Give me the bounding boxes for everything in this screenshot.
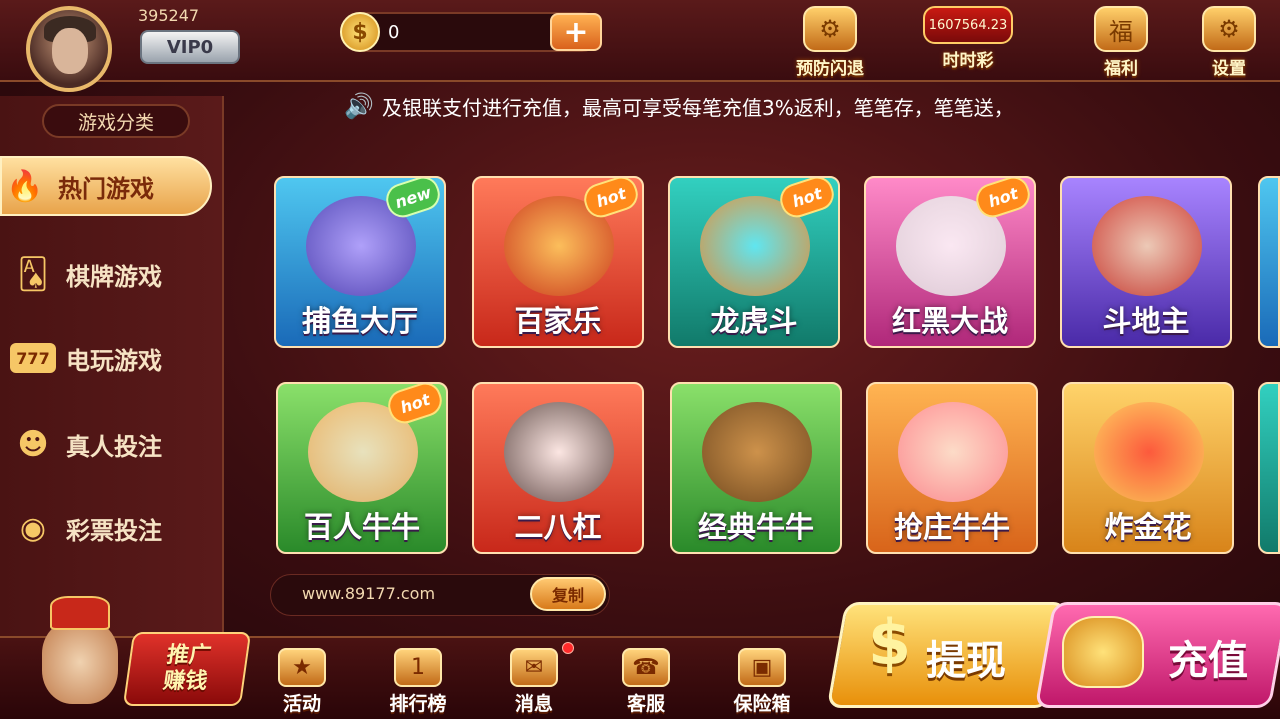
slot-icon: 777 [10,343,56,373]
flame-icon: 🔥 [6,168,44,204]
sidebar-item-label: 棋牌游戏 [66,262,162,291]
promote-earn-button[interactable]: 推广 赚钱 [122,632,252,706]
lottery-button[interactable]: 1607564.23 时时彩 [918,6,1018,80]
crash-prevention-label: 预防闪退 [796,59,864,79]
crash-prevention-button[interactable]: ⚙ 预防闪退 [784,6,876,80]
game-name: 百家乐 [514,304,602,338]
coin-icon: $ [340,12,380,52]
nav-label: 活动 [282,693,321,715]
settings-label: 设置 [1212,59,1246,79]
welfare-button[interactable]: 福 福利 [1086,6,1156,80]
game-card-erbagang[interactable]: 二八杠 [472,382,644,554]
lottery-value: 1607564.23 [923,6,1013,44]
mail-icon: ✉ [510,648,558,687]
avatar[interactable] [26,6,112,92]
promo-line2: 赚钱 [161,669,209,694]
user-id: 395247 [138,6,200,25]
game-card-fishing[interactable]: new 捕鱼大厅 [274,176,446,348]
add-funds-button[interactable]: + [550,13,602,51]
sidebar-item-lottery-betting[interactable]: ◉ 彩票投注 [10,498,210,558]
game-name: 龙虎斗 [710,304,798,338]
gear-icon: ⚙ [1202,6,1256,52]
headset-icon: ☎ [622,648,670,687]
god-of-wealth-mascot [20,590,140,714]
nav-label: 排行榜 [389,693,447,715]
game-art [504,402,614,502]
game-card-classic-niuniu[interactable]: 经典牛牛 [670,382,842,554]
sidebar-item-label: 热门游戏 [58,174,154,203]
game-name: 抢庄牛牛 [893,510,1010,544]
safe-icon: ▣ [738,648,786,687]
speaker-icon: 🔊 [344,92,374,120]
gift-box-icon: ★ [278,648,326,687]
game-name: 炸金花 [1104,510,1192,544]
nav-messages[interactable]: ✉ 消息 [494,648,574,716]
podium-icon: 1 [394,648,442,687]
lottery-label: 时时彩 [942,51,994,71]
deposit-label: 充值 [1168,638,1248,684]
game-card-dragon-tiger[interactable]: hot 龙虎斗 [668,176,840,348]
announcement-text: 及银联支付进行充值，最高可享受每笔充值3%返利，笔笔存，笔笔送， [382,95,1014,120]
game-name: 红黑大战 [891,304,1008,338]
gear-icon: ⚙ [803,6,857,52]
category-title: 游戏分类 [42,104,190,138]
nav-label: 保险箱 [733,693,791,715]
game-name: 经典牛牛 [697,510,814,544]
game-name: 百人牛牛 [303,510,420,544]
vip-badge[interactable]: VIP0 [140,30,240,64]
announcement-marquee: 🔊 及银联支付进行充值，最高可享受每笔充值3%返利，笔笔存，笔笔送， [342,88,1180,124]
promo-line1: 推广 [165,643,213,668]
person-icon: ☻ [17,426,49,462]
copy-button[interactable]: 复制 [530,577,606,611]
welfare-label: 福利 [1104,59,1138,79]
game-card-hundred-niuniu[interactable]: hot 百人牛牛 [276,382,448,554]
share-url: www.89177.com [302,584,436,603]
money-bag-icon [1062,616,1144,688]
balance-value: 0 [388,22,400,43]
game-card-partial[interactable] [1258,382,1280,554]
nav-activity[interactable]: ★ 活动 [262,648,342,716]
category-sidebar: 游戏分类 🔥 热门游戏 🂡 棋牌游戏 777 电玩游戏 ☻ 真人投注 ◉ 彩票投… [0,96,224,636]
lottery-ball-icon: ◉ [19,510,47,546]
game-card-red-black[interactable]: hot 红黑大战 [864,176,1036,348]
game-card-golden-flower[interactable]: 炸金花 [1062,382,1234,554]
withdraw-label: 提现 [926,638,1006,684]
gift-icon: 福 [1094,6,1148,52]
sidebar-item-label: 电玩游戏 [66,346,162,375]
nav-label: 客服 [626,693,665,715]
game-art [898,402,1008,502]
cards-icon: 🂡 [17,256,49,292]
game-card-partial[interactable] [1258,176,1280,348]
game-name: 二八杠 [514,510,602,544]
game-art [1092,196,1202,296]
sidebar-item-arcade-games[interactable]: 777 电玩游戏 [10,328,210,388]
sidebar-item-label: 真人投注 [66,432,162,461]
game-card-landlord[interactable]: 斗地主 [1060,176,1232,348]
dollar-icon: $ [868,606,912,679]
settings-button[interactable]: ⚙ 设置 [1196,6,1262,80]
notification-dot [562,642,574,654]
game-art [1094,402,1204,502]
nav-leaderboard[interactable]: 1 排行榜 [378,648,458,716]
game-card-baccarat[interactable]: hot 百家乐 [472,176,644,348]
game-card-grab-banker-niuniu[interactable]: 抢庄牛牛 [866,382,1038,554]
nav-safe[interactable]: ▣ 保险箱 [722,648,802,716]
sidebar-item-label: 彩票投注 [66,516,162,545]
game-name: 捕鱼大厅 [301,304,418,338]
nav-customer-service[interactable]: ☎ 客服 [606,648,686,716]
game-name: 斗地主 [1102,304,1190,338]
nav-label: 消息 [514,693,553,715]
sidebar-item-live-betting[interactable]: ☻ 真人投注 [10,414,210,474]
game-art [702,402,812,502]
sidebar-item-card-games[interactable]: 🂡 棋牌游戏 [10,244,210,304]
sidebar-item-hot-games[interactable]: 🔥 热门游戏 [0,156,212,216]
